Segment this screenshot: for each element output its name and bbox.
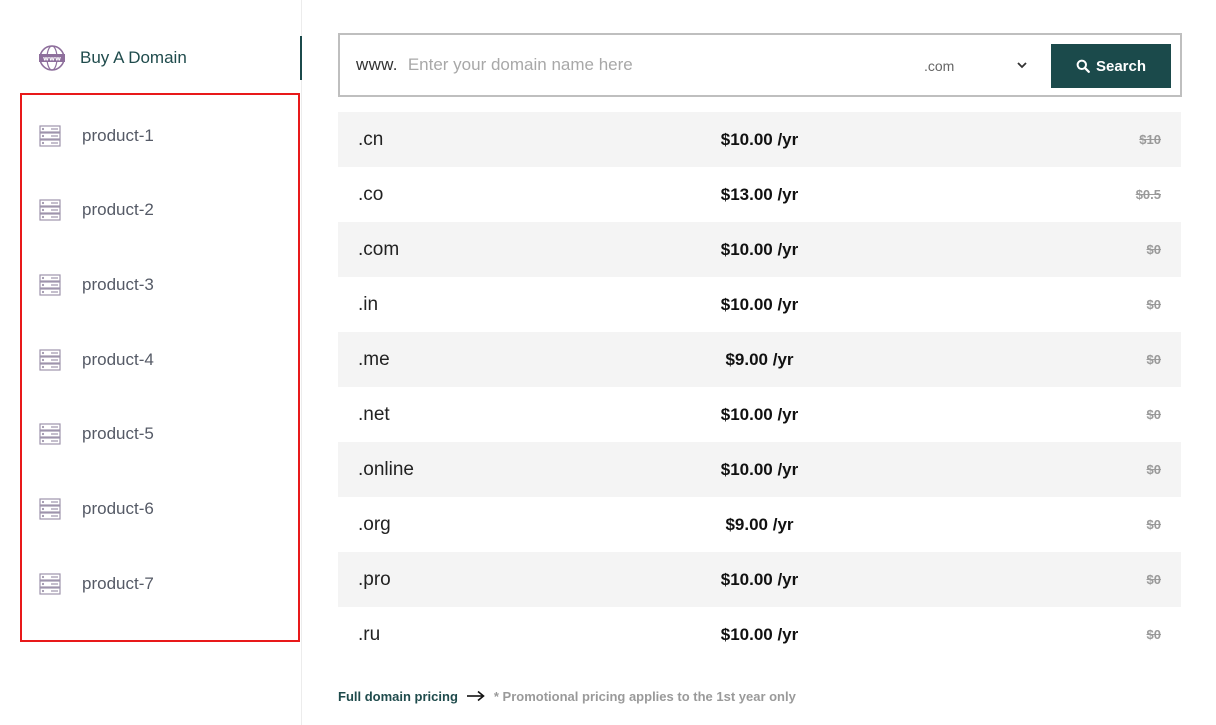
tld-name: .online	[358, 458, 414, 480]
table-row: .cn $10.00 /yr $10	[338, 112, 1181, 167]
table-row: .pro $10.00 /yr $0	[338, 552, 1181, 607]
tld-name: .pro	[358, 568, 391, 590]
tld-name: .cn	[358, 128, 384, 150]
sidebar: www Buy A Domain product-1 product-2 pro…	[0, 0, 302, 725]
server-icon	[39, 423, 61, 445]
promo-note: * Promotional pricing applies to the 1st…	[493, 688, 796, 704]
tld-selected-value: .com	[924, 58, 955, 74]
sidebar-item-product-5[interactable]: product-5	[38, 419, 154, 449]
tld-price: $13.00 /yr	[720, 184, 799, 204]
www-prefix: www.	[356, 55, 398, 74]
server-icon	[39, 199, 61, 221]
tld-price: $10.00 /yr	[720, 294, 799, 314]
tld-old-price: $0	[1146, 352, 1161, 367]
tld-name: .org	[358, 513, 391, 535]
server-icon	[39, 573, 61, 595]
server-icon	[39, 498, 61, 520]
search-icon	[1076, 59, 1090, 73]
buy-domain-label: Buy A Domain	[80, 48, 187, 67]
server-icon	[39, 274, 61, 296]
tld-name: .ru	[358, 623, 381, 645]
tld-price: $10.00 /yr	[720, 404, 799, 424]
table-row: .online $10.00 /yr $0	[338, 442, 1181, 497]
search-button-label: Search	[1095, 57, 1147, 75]
domain-price-table: .cn $10.00 /yr $10 .co $13.00 /yr $0.5 .…	[338, 112, 1181, 662]
table-row: .me $9.00 /yr $0	[338, 332, 1181, 387]
tld-old-price: $10	[1139, 132, 1161, 147]
tld-name: .com	[358, 238, 400, 260]
table-row: .org $9.00 /yr $0	[338, 497, 1181, 552]
product-label: product-2	[82, 200, 154, 219]
tld-price: $10.00 /yr	[720, 624, 799, 644]
tld-price: $10.00 /yr	[720, 569, 799, 589]
tld-price: $10.00 /yr	[720, 239, 799, 259]
buy-domain-nav-item[interactable]: www Buy A Domain	[0, 36, 302, 80]
sidebar-item-product-3[interactable]: product-3	[38, 270, 154, 300]
sidebar-item-product-4[interactable]: product-4	[38, 345, 154, 375]
search-button[interactable]: Search	[1051, 44, 1171, 88]
tld-price: $10.00 /yr	[720, 459, 799, 479]
sidebar-item-product-1[interactable]: product-1	[38, 121, 154, 151]
table-row: .ru $10.00 /yr $0	[338, 607, 1181, 662]
arrow-right-icon	[466, 690, 485, 702]
tld-name: .co	[358, 183, 384, 205]
tld-old-price: $0.5	[1135, 187, 1161, 202]
tld-name: .me	[358, 348, 390, 370]
tld-old-price: $0	[1146, 242, 1161, 257]
product-list-highlight: product-1 product-2 product-3 product-4 …	[20, 93, 300, 642]
server-icon	[39, 125, 61, 147]
table-row: .net $10.00 /yr $0	[338, 387, 1181, 442]
domain-search-bar: www. .com Search	[338, 33, 1182, 97]
product-label: product-7	[82, 574, 154, 593]
table-row: .in $10.00 /yr $0	[338, 277, 1181, 332]
tld-old-price: $0	[1146, 627, 1161, 642]
server-icon	[39, 349, 61, 371]
tld-old-price: $0	[1146, 462, 1161, 477]
pricing-footer: Full domain pricing * Promotional pricin…	[338, 686, 796, 706]
product-label: product-3	[82, 275, 154, 294]
tld-price: $9.00 /yr	[725, 349, 794, 369]
tld-price: $9.00 /yr	[725, 514, 794, 534]
tld-old-price: $0	[1146, 517, 1161, 532]
sidebar-item-product-6[interactable]: product-6	[38, 494, 154, 524]
chevron-down-icon	[1017, 62, 1027, 69]
svg-text:www: www	[43, 55, 61, 63]
tld-dropdown[interactable]: .com	[924, 52, 1034, 80]
tld-price: $10.00 /yr	[720, 129, 799, 149]
full-domain-pricing-link[interactable]: Full domain pricing	[338, 689, 458, 704]
tld-old-price: $0	[1146, 572, 1161, 587]
table-row: .com $10.00 /yr $0	[338, 222, 1181, 277]
tld-old-price: $0	[1146, 297, 1161, 312]
tld-name: .in	[358, 293, 379, 315]
sidebar-item-product-7[interactable]: product-7	[38, 569, 154, 599]
www-globe-icon: www	[39, 45, 65, 71]
domain-search-input[interactable]	[407, 50, 898, 80]
product-label: product-1	[82, 126, 154, 145]
product-label: product-5	[82, 424, 154, 443]
sidebar-item-product-2[interactable]: product-2	[38, 195, 154, 225]
product-label: product-4	[82, 350, 154, 369]
tld-old-price: $0	[1146, 407, 1161, 422]
table-row: .co $13.00 /yr $0.5	[338, 167, 1181, 222]
product-label: product-6	[82, 499, 154, 518]
tld-name: .net	[358, 403, 390, 425]
